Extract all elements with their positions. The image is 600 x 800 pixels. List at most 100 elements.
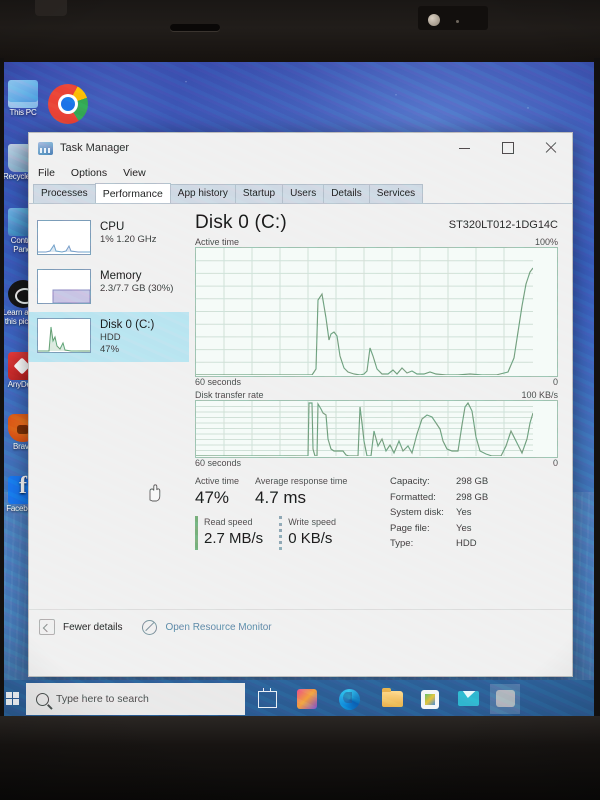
search-placeholder: Type here to search — [56, 693, 149, 705]
sidebar-item-sub: 2.3/7.7 GB (30%) — [100, 283, 174, 294]
tab-startup[interactable]: Startup — [234, 184, 284, 203]
sidebar-item-disk-0[interactable]: Disk 0 (C:) HDD 47% — [29, 312, 189, 362]
mail-icon — [457, 691, 479, 706]
tab-details[interactable]: Details — [323, 184, 370, 203]
stat-value: 2.7 MB/s — [204, 530, 264, 547]
resource-monitor-icon — [142, 619, 158, 635]
cpu-thumbnail-graph — [37, 220, 91, 255]
stat-label: Active time — [195, 476, 240, 486]
active-time-duration: 60 seconds — [195, 377, 242, 387]
menu-view[interactable]: View — [123, 167, 146, 179]
active-time-label: Active time — [195, 237, 240, 247]
table-row: Formatted: 298 GB — [390, 491, 488, 507]
chevron-up-icon[interactable] — [39, 619, 55, 635]
stat-average-response-time: Average response time 4.7 ms — [255, 475, 347, 509]
taskbar-item-file-explorer[interactable] — [377, 684, 407, 714]
property-value: HDD — [456, 538, 477, 549]
stat-label: Write speed — [288, 517, 337, 527]
windows-logo-icon — [6, 692, 20, 706]
office-icon — [297, 689, 317, 709]
taskbar-item-microsoft-edge[interactable] — [334, 684, 364, 714]
desktop-icon-this-pc[interactable]: This PC — [0, 80, 46, 118]
sidebar-item-sub: HDD — [100, 332, 121, 343]
menu-options[interactable]: Options — [71, 167, 107, 179]
tab-users[interactable]: Users — [282, 184, 325, 203]
sidebar-item-memory[interactable]: Memory 2.3/7.7 GB (30%) — [29, 263, 189, 310]
table-row: Type: HDD — [390, 537, 488, 553]
property-key: Page file: — [390, 522, 430, 534]
task-view-icon — [257, 688, 277, 708]
window-footer: Fewer details Open Resource Monitor — [29, 609, 572, 644]
laptop-left-bezel — [0, 58, 4, 718]
sidebar-item-name: Memory — [100, 270, 142, 282]
sidebar-item-usage: 47% — [100, 344, 120, 355]
disk-detail-panel: Disk 0 (C:) ST320LT012-1DG14C Active tim… — [189, 204, 572, 609]
table-row: System disk: Yes — [390, 506, 488, 522]
performance-sidebar: CPU 1% 1.20 GHz Memory 2.3/7.7 GB (30%) … — [29, 204, 189, 609]
mouse-cursor — [149, 484, 161, 502]
search-input[interactable]: Type here to search — [26, 683, 245, 715]
google-chrome-shortcut-icon[interactable] — [48, 84, 88, 124]
transfer-rate-label: Disk transfer rate — [195, 390, 264, 400]
task-manager-window: Task Manager File Options View Processes… — [28, 132, 573, 677]
stat-value: 4.7 ms — [255, 488, 307, 507]
table-row: Page file: Yes — [390, 522, 488, 538]
start-button[interactable] — [2, 688, 24, 710]
pinned-app-icon — [495, 690, 515, 707]
webcam-led-icon — [456, 20, 459, 23]
desktop-icon-label: This PC — [9, 108, 37, 117]
active-time-graph — [195, 247, 558, 377]
webcam-lens-icon — [428, 14, 440, 26]
windows-taskbar: Type here to search — [0, 680, 600, 718]
taskbar-item-microsoft-store[interactable] — [415, 684, 445, 714]
stat-label: Average response time — [255, 476, 348, 486]
active-time-max: 100% — [534, 237, 558, 247]
property-value: 298 GB — [456, 476, 489, 487]
task-manager-icon — [38, 141, 53, 155]
taskbar-item-task-view[interactable] — [252, 684, 282, 714]
memory-thumbnail-graph — [37, 269, 91, 304]
stat-write-speed: Write speed 0 KB/s — [279, 516, 336, 550]
tab-processes[interactable]: Processes — [33, 184, 96, 203]
tab-app-history[interactable]: App history — [169, 184, 236, 203]
microsoft-edge-icon — [338, 688, 360, 710]
this-pc-icon — [8, 80, 38, 108]
tab-performance[interactable]: Performance — [94, 183, 171, 203]
property-key: System disk: — [390, 507, 444, 518]
windows-desktop: This PC Recycle Bin Control Panel Learn … — [0, 62, 600, 718]
property-key: Type: — [390, 538, 414, 549]
tab-strip: Processes Performance App history Startu… — [29, 183, 572, 204]
maximize-button[interactable] — [486, 133, 529, 163]
active-time-min: 0 — [552, 377, 558, 387]
disk-transfer-rate-graph — [195, 400, 558, 458]
disk-header: Disk 0 (C:) ST320LT012-1DG14C — [195, 212, 558, 234]
stat-value: 0 KB/s — [288, 530, 333, 547]
property-value: Yes — [456, 522, 472, 534]
disk-thumbnail-graph — [37, 318, 91, 353]
sidebar-item-cpu[interactable]: CPU 1% 1.20 GHz — [29, 214, 189, 261]
stat-active-time: Active time 47% — [195, 475, 239, 509]
taskbar-item-office[interactable] — [292, 684, 322, 714]
fewer-details-button[interactable]: Fewer details — [63, 622, 122, 633]
disk-model: ST320LT012-1DG14C — [448, 219, 558, 231]
taskbar-item-mail[interactable] — [453, 684, 483, 714]
tab-services[interactable]: Services — [368, 184, 424, 203]
window-title-bar[interactable]: Task Manager — [29, 133, 572, 163]
page-title: Disk 0 (C:) — [195, 212, 287, 233]
menu-file[interactable]: File — [38, 167, 55, 179]
close-button[interactable] — [529, 133, 572, 163]
transfer-rate-duration: 60 seconds — [195, 458, 242, 468]
performance-body: CPU 1% 1.20 GHz Memory 2.3/7.7 GB (30%) … — [29, 204, 572, 609]
laptop-top-bezel — [0, 0, 600, 62]
open-resource-monitor-link[interactable]: Open Resource Monitor — [165, 622, 271, 633]
active-time-graph-footer: 60 seconds 0 — [195, 377, 558, 387]
transfer-rate-min: 0 — [552, 458, 558, 468]
microsoft-store-icon — [421, 689, 439, 709]
taskbar-item-pinned-app[interactable] — [490, 684, 520, 714]
minimize-button[interactable] — [443, 133, 486, 163]
menu-bar: File Options View — [29, 163, 572, 183]
transfer-rate-graph-labels: Disk transfer rate 100 KB/s — [195, 390, 558, 400]
disk-stats-left: Active time 47% Average response time 4.… — [195, 475, 390, 553]
sidebar-item-sub: 1% 1.20 GHz — [100, 234, 157, 245]
property-key: Formatted: — [390, 491, 436, 503]
